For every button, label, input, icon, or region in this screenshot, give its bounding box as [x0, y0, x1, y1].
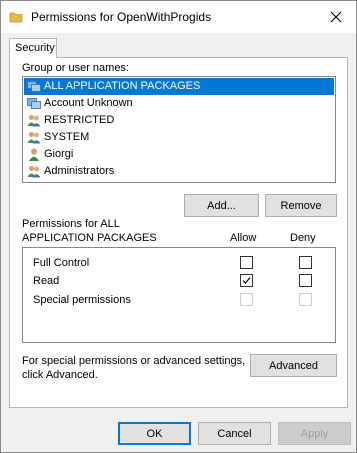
user-item-administrators[interactable]: Administrators — [24, 163, 334, 180]
tab-security-label: Security — [15, 42, 55, 54]
folder-icon — [9, 12, 23, 23]
close-icon — [330, 11, 342, 23]
user-name: Account Unknown — [44, 97, 133, 109]
perm-name: Special permissions — [33, 294, 131, 306]
advanced-hint-line1: For special permissions or advanced sett… — [22, 355, 246, 367]
user-item-system[interactable]: SYSTEM — [24, 129, 334, 146]
special-allow-checkbox[interactable] — [240, 293, 253, 306]
perm-row-full-control: Full Control — [23, 254, 335, 272]
user-name: SYSTEM — [44, 131, 90, 143]
perm-row-special-permissions: Special permissions — [23, 291, 335, 309]
user-name: ALL APPLICATION PACKAGES — [44, 80, 201, 92]
user-item-account-unknown[interactable]: Account Unknown — [24, 95, 334, 112]
user-list[interactable]: ALL APPLICATION PACKAGES Account Unknown… — [22, 76, 336, 183]
app-packages-icon — [27, 81, 41, 92]
allow-column-header: Allow — [230, 232, 257, 244]
app-packages-icon — [27, 98, 41, 109]
user-icon — [29, 148, 39, 161]
read-deny-checkbox[interactable] — [299, 274, 312, 287]
special-deny-checkbox[interactable] — [299, 293, 312, 306]
advanced-button[interactable]: Advanced — [250, 354, 337, 377]
user-group-icon — [27, 132, 41, 144]
permissions-list: Full Control Read Special permissions — [22, 247, 336, 343]
user-group-icon — [27, 166, 41, 178]
perm-row-read: Read — [23, 272, 335, 290]
add-button[interactable]: Add... — [184, 194, 259, 217]
permissions-dialog: Permissions for OpenWithProgids Security… — [0, 0, 357, 453]
full-control-allow-checkbox[interactable] — [240, 256, 253, 269]
perm-name: Read — [33, 275, 60, 287]
group-users-label: Group or user names: — [22, 62, 129, 74]
security-panel: Group or user names: ALL APPLICATION PAC… — [9, 57, 348, 408]
user-item-giorgi[interactable]: Giorgi — [24, 146, 334, 163]
user-name: Giorgi — [44, 148, 74, 160]
user-item-restricted[interactable]: RESTRICTED — [24, 112, 334, 129]
perm-name: Full Control — [33, 257, 90, 269]
apply-button[interactable]: Apply — [278, 422, 351, 445]
title-bar: Permissions for OpenWithProgids — [1, 1, 356, 33]
user-name: RESTRICTED — [44, 114, 115, 126]
tab-security[interactable]: Security — [9, 38, 57, 58]
window-title: Permissions for OpenWithProgids — [31, 10, 212, 24]
permissions-label-line1: Permissions for ALL — [22, 218, 120, 230]
permissions-label-line2: APPLICATION PACKAGES — [22, 232, 157, 244]
close-button[interactable] — [316, 1, 356, 33]
user-item-all-application-packages[interactable]: ALL APPLICATION PACKAGES — [24, 78, 334, 95]
remove-button[interactable]: Remove — [265, 194, 337, 217]
cancel-button[interactable]: Cancel — [198, 422, 271, 445]
ok-button[interactable]: OK — [118, 422, 191, 445]
user-name: Administrators — [44, 165, 115, 177]
read-allow-checkbox[interactable] — [240, 274, 253, 287]
full-control-deny-checkbox[interactable] — [299, 256, 312, 269]
advanced-hint-line2: click Advanced. — [22, 369, 98, 381]
deny-column-header: Deny — [290, 232, 316, 244]
user-group-icon — [27, 115, 41, 127]
checkmark-icon — [242, 277, 251, 284]
